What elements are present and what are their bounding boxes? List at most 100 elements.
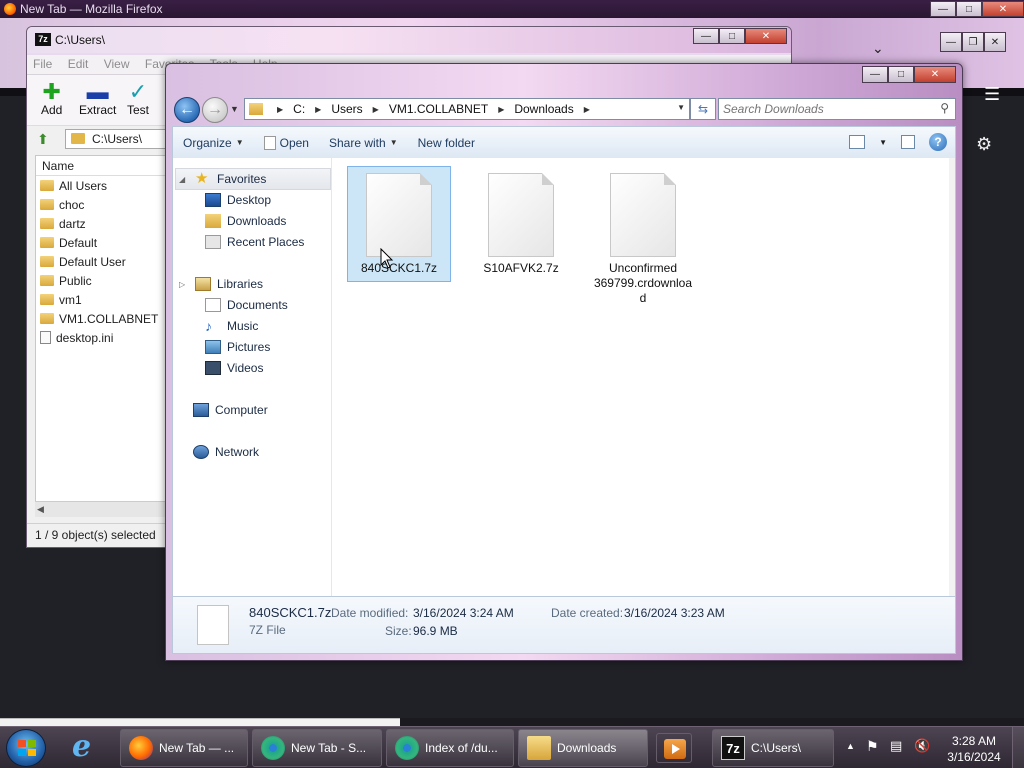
add-button[interactable]: ✚ Add bbox=[41, 81, 62, 118]
internet-explorer-icon[interactable]: e bbox=[72, 732, 102, 763]
explorer-close-button[interactable]: ✕ bbox=[914, 66, 956, 83]
firefox-minimize-button[interactable]: — bbox=[930, 1, 956, 17]
sevenzip-horizontal-scrollbar[interactable]: ◀ bbox=[35, 501, 185, 517]
share-with-button[interactable]: Share with ▼ bbox=[319, 136, 408, 150]
nav-music[interactable]: ♪ Music bbox=[205, 319, 258, 333]
action-center-flag-icon[interactable]: ⚑ bbox=[866, 738, 879, 768]
back-button[interactable]: ← bbox=[174, 97, 200, 123]
view-options-dropdown-icon[interactable]: ▼ bbox=[879, 138, 887, 147]
taskbar-button-7zip[interactable]: 7z C:\Users\ bbox=[712, 729, 834, 767]
collapse-triangle-icon[interactable]: ◢ bbox=[179, 175, 189, 184]
explorer-minimize-button[interactable]: — bbox=[862, 66, 888, 83]
search-icon[interactable]: ⚲ bbox=[940, 101, 949, 115]
libraries-icon bbox=[195, 277, 211, 291]
preview-pane-icon[interactable] bbox=[901, 135, 915, 149]
taskbar-button-firefox[interactable]: New Tab — ... bbox=[120, 729, 248, 767]
address-dropdown-icon[interactable]: ▼ bbox=[677, 103, 685, 112]
network-tray-icon[interactable]: ▤ bbox=[890, 738, 902, 768]
menu-view[interactable]: View bbox=[98, 55, 136, 73]
file-item[interactable]: 840SCKC1.7z bbox=[347, 166, 451, 282]
search-input[interactable] bbox=[719, 99, 929, 119]
nav-pictures[interactable]: Pictures bbox=[205, 340, 270, 354]
show-desktop-button[interactable] bbox=[1012, 727, 1024, 768]
firefox-inner-minimize-button[interactable]: — bbox=[940, 32, 962, 52]
search-box[interactable]: ⚲ bbox=[718, 98, 956, 120]
recent-pages-chevron-icon[interactable]: ▼ bbox=[230, 104, 239, 114]
nav-libraries[interactable]: ▷ Libraries bbox=[179, 277, 263, 291]
test-button[interactable]: ✓ Test bbox=[127, 81, 149, 118]
breadcrumb-users[interactable]: Users ▶ bbox=[331, 102, 389, 116]
explorer-maximize-button[interactable]: □ bbox=[888, 66, 914, 83]
firefox-settings-gear-icon[interactable]: ⚙ bbox=[976, 134, 992, 155]
details-file-name: 840SCKC1.7z bbox=[249, 605, 332, 620]
taskbar-button-downloads[interactable]: Downloads bbox=[518, 729, 648, 767]
nav-downloads[interactable]: Downloads bbox=[205, 214, 286, 228]
firefox-tab-list-chevron-icon[interactable]: ⌄ bbox=[872, 40, 884, 57]
volume-muted-icon[interactable]: 🔇 bbox=[914, 738, 930, 768]
nav-favorites[interactable]: ◢ ★ Favorites bbox=[179, 171, 266, 186]
extract-button[interactable]: ▬ Extract bbox=[79, 81, 116, 118]
expand-triangle-icon[interactable]: ▷ bbox=[179, 280, 189, 289]
nav-label: Computer bbox=[215, 403, 268, 417]
nav-desktop[interactable]: Desktop bbox=[205, 193, 271, 207]
refresh-button[interactable]: ⇆ bbox=[690, 98, 716, 120]
list-item[interactable]: choc bbox=[36, 195, 184, 214]
nav-recent-places[interactable]: Recent Places bbox=[205, 235, 304, 249]
list-item[interactable]: Public bbox=[36, 271, 184, 290]
breadcrumb-c[interactable]: C: ▶ bbox=[293, 102, 331, 116]
chevron-right-icon[interactable]: ▶ bbox=[498, 105, 504, 114]
sevenzip-maximize-button[interactable]: □ bbox=[719, 28, 745, 44]
help-icon[interactable]: ? bbox=[929, 133, 947, 151]
start-button[interactable] bbox=[6, 729, 46, 767]
list-item[interactable]: VM1.COLLABNET bbox=[36, 309, 184, 328]
organize-button[interactable]: Organize ▼ bbox=[173, 136, 254, 150]
nav-label: Network bbox=[215, 445, 260, 459]
firefox-inner-close-button[interactable]: ✕ bbox=[984, 32, 1006, 52]
list-item[interactable]: All Users bbox=[36, 176, 184, 195]
list-item[interactable]: Default bbox=[36, 233, 184, 252]
address-bar[interactable]: ▶ C: ▶ Users ▶ VM1.COLLABNET ▶ Downloads ▶ ▼ bbox=[244, 98, 690, 120]
chevron-right-icon[interactable]: ▶ bbox=[315, 105, 321, 114]
nav-computer[interactable]: Computer bbox=[193, 403, 268, 417]
firefox-window-title: New Tab — Mozilla Firefox bbox=[20, 2, 163, 16]
breadcrumb-root-chevron[interactable]: ▶ bbox=[267, 105, 293, 114]
menu-edit[interactable]: Edit bbox=[62, 55, 95, 73]
menu-file[interactable]: File bbox=[27, 55, 58, 73]
change-view-icon[interactable] bbox=[849, 135, 866, 149]
media-player-button[interactable] bbox=[656, 733, 692, 763]
firefox-inner-restore-button[interactable]: ❐ bbox=[962, 32, 984, 52]
music-note-icon: ♪ bbox=[205, 318, 212, 334]
firefox-maximize-button[interactable]: □ bbox=[956, 1, 982, 17]
scroll-left-icon[interactable]: ◀ bbox=[37, 504, 44, 515]
open-button[interactable]: Open bbox=[254, 135, 319, 150]
forward-button[interactable]: → bbox=[202, 97, 228, 123]
chrome-icon bbox=[261, 736, 285, 760]
list-item[interactable]: Default User bbox=[36, 252, 184, 271]
file-item[interactable]: Unconfirmed 369799.crdownload bbox=[591, 167, 695, 306]
nav-network[interactable]: Network bbox=[193, 445, 259, 459]
chevron-right-icon[interactable]: ▶ bbox=[373, 105, 379, 114]
list-item[interactable]: dartz bbox=[36, 214, 184, 233]
sevenzip-close-button[interactable]: ✕ bbox=[745, 28, 787, 44]
taskbar-button-chrome-newtab[interactable]: New Tab - S... bbox=[252, 729, 382, 767]
new-folder-button[interactable]: New folder bbox=[408, 136, 485, 150]
details-pane: 840SCKC1.7z 7Z File Date modified: 3/16/… bbox=[172, 596, 956, 654]
list-item[interactable]: vm1 bbox=[36, 290, 184, 309]
file-view-scrollbar[interactable] bbox=[949, 158, 955, 596]
show-hidden-icons-chevron-icon[interactable]: ▲ bbox=[846, 741, 855, 768]
folder-up-icon[interactable]: ⬆ bbox=[37, 131, 53, 147]
taskbar-button-chrome-index[interactable]: Index of /du... bbox=[386, 729, 514, 767]
column-header-name[interactable]: Name bbox=[36, 156, 184, 176]
list-item[interactable]: desktop.ini bbox=[36, 328, 184, 347]
nav-documents[interactable]: Documents bbox=[205, 298, 288, 312]
firefox-menu-icon[interactable]: ☰ bbox=[984, 84, 1000, 105]
chevron-right-icon[interactable]: ▶ bbox=[584, 105, 590, 114]
file-item[interactable]: S10AFVK2.7z bbox=[469, 167, 573, 276]
sevenzip-minimize-button[interactable]: — bbox=[693, 28, 719, 44]
system-clock[interactable]: 3:28 AM 3/16/2024 bbox=[944, 733, 1004, 765]
breadcrumb-downloads[interactable]: Downloads ▶ bbox=[514, 102, 600, 116]
breadcrumb-vm1-collabnet[interactable]: VM1.COLLABNET ▶ bbox=[389, 102, 515, 116]
folder-icon bbox=[40, 294, 54, 305]
firefox-close-button[interactable]: ✕ bbox=[982, 1, 1024, 17]
nav-videos[interactable]: Videos bbox=[205, 361, 263, 375]
